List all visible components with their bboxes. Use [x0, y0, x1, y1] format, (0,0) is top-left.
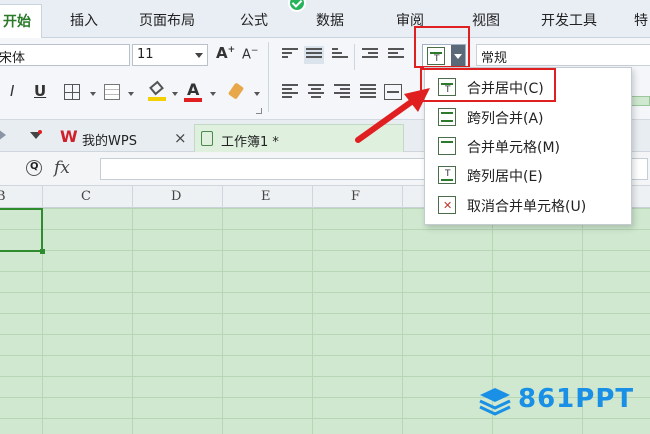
column-header-f[interactable]: F: [351, 189, 360, 204]
chevron-down-icon[interactable]: [128, 92, 134, 96]
menu-item-label: 跨列合并(A): [467, 111, 544, 127]
tab-home[interactable]: 开始: [0, 4, 42, 38]
increase-indent-icon[interactable]: [388, 48, 404, 62]
italic-button[interactable]: I: [10, 82, 14, 100]
tab-more[interactable]: 特: [634, 10, 648, 30]
menu-item-merge-across[interactable]: 跨列合并(A): [431, 103, 627, 131]
align-center-icon[interactable]: [308, 84, 324, 98]
column-header-e[interactable]: E: [261, 189, 271, 204]
style-swatch[interactable]: [630, 96, 650, 106]
menu-item-label: 跨列居中(E): [467, 169, 543, 185]
number-format-value: 常规: [481, 51, 508, 66]
workbook-icon: [201, 131, 213, 146]
merge-cells-icon: [438, 137, 456, 155]
zoom-function-icon[interactable]: Q: [26, 160, 42, 176]
borders-icon[interactable]: [64, 84, 80, 100]
menu-bar: 开始 插入 页面布局 公式 数据 审阅 视图 开发工具 特: [0, 0, 650, 38]
underline-button[interactable]: U: [34, 82, 46, 100]
decrease-indent-icon[interactable]: [362, 48, 378, 62]
tab-workbook1-label: 工作簿1 *: [221, 135, 279, 150]
align-middle-icon[interactable]: [304, 46, 324, 64]
watermark-logo: 861PPT: [478, 384, 638, 418]
center-across-icon: T: [438, 166, 456, 184]
close-icon[interactable]: ×: [174, 129, 187, 147]
menu-item-label: 取消合并单元格(U): [467, 199, 587, 215]
menu-item-unmerge-cells[interactable]: ✕ 取消合并单元格(U): [431, 191, 627, 219]
shrink-font-button[interactable]: A−: [242, 46, 258, 62]
wps-logo-icon: W: [60, 127, 78, 146]
column-header-c[interactable]: C: [81, 189, 91, 204]
ribbon-divider: [268, 42, 269, 112]
shrink-font-icon: A: [242, 47, 251, 63]
clear-format-icon[interactable]: [227, 82, 248, 100]
align-left-icon[interactable]: [282, 84, 298, 98]
column-header-b[interactable]: B: [0, 189, 6, 204]
watermark-text: 861PPT: [518, 384, 635, 414]
column-header-d[interactable]: D: [171, 189, 181, 204]
chevron-down-icon[interactable]: [254, 92, 260, 96]
grow-font-icon: A: [216, 44, 228, 62]
grow-font-button[interactable]: A+: [216, 44, 235, 62]
font-color-button[interactable]: A: [184, 80, 202, 102]
tab-page-layout[interactable]: 页面布局: [139, 10, 195, 30]
merge-button-highlight: [414, 26, 470, 68]
font-size-value: 11: [137, 47, 154, 62]
cell-fill-pattern-icon[interactable]: [104, 84, 120, 100]
menu-item-highlight: [420, 68, 556, 102]
font-name-value: 宋体: [0, 51, 26, 66]
tab-data[interactable]: 数据: [316, 10, 344, 30]
pin-icon[interactable]: [30, 130, 42, 140]
menu-item-label: 合并单元格(M): [467, 140, 561, 156]
chevron-down-icon[interactable]: [172, 92, 178, 96]
fill-color-icon[interactable]: [148, 80, 166, 101]
align-top-icon[interactable]: [282, 48, 298, 62]
tab-scroll-icon[interactable]: [0, 129, 6, 141]
font-color-icon: A: [187, 80, 200, 99]
unmerge-cells-icon: ✕: [438, 196, 456, 214]
align-bottom-icon[interactable]: [332, 48, 348, 62]
tab-formulas[interactable]: 公式: [240, 10, 268, 30]
sync-check-icon: [288, 0, 306, 12]
chevron-down-icon[interactable]: [90, 92, 96, 96]
number-format-select[interactable]: 常规: [476, 44, 650, 66]
chevron-down-icon[interactable]: [210, 92, 216, 96]
selected-cell[interactable]: [0, 208, 45, 254]
menu-item-merge-cells[interactable]: 合并单元格(M): [431, 132, 627, 160]
font-size-select[interactable]: 11: [132, 44, 208, 66]
tab-view[interactable]: 视图: [472, 10, 500, 30]
tab-insert[interactable]: 插入: [70, 10, 98, 30]
dialog-launcher-icon[interactable]: [256, 108, 262, 114]
tab-my-wps[interactable]: W 我的WPS ×: [58, 124, 194, 152]
chevron-down-icon: [195, 53, 203, 58]
merge-across-icon: [438, 108, 456, 126]
tab-developer[interactable]: 开发工具: [541, 10, 597, 30]
menu-item-center-across[interactable]: T 跨列居中(E): [431, 161, 627, 189]
ribbon-divider: [354, 44, 355, 70]
font-name-select[interactable]: 宋体: [0, 44, 130, 66]
pointer-arrow-icon: [355, 88, 430, 143]
stack-logo-icon: [479, 388, 511, 416]
insert-function-icon[interactable]: fx: [54, 158, 70, 178]
tab-my-wps-label: 我的WPS: [82, 134, 137, 149]
